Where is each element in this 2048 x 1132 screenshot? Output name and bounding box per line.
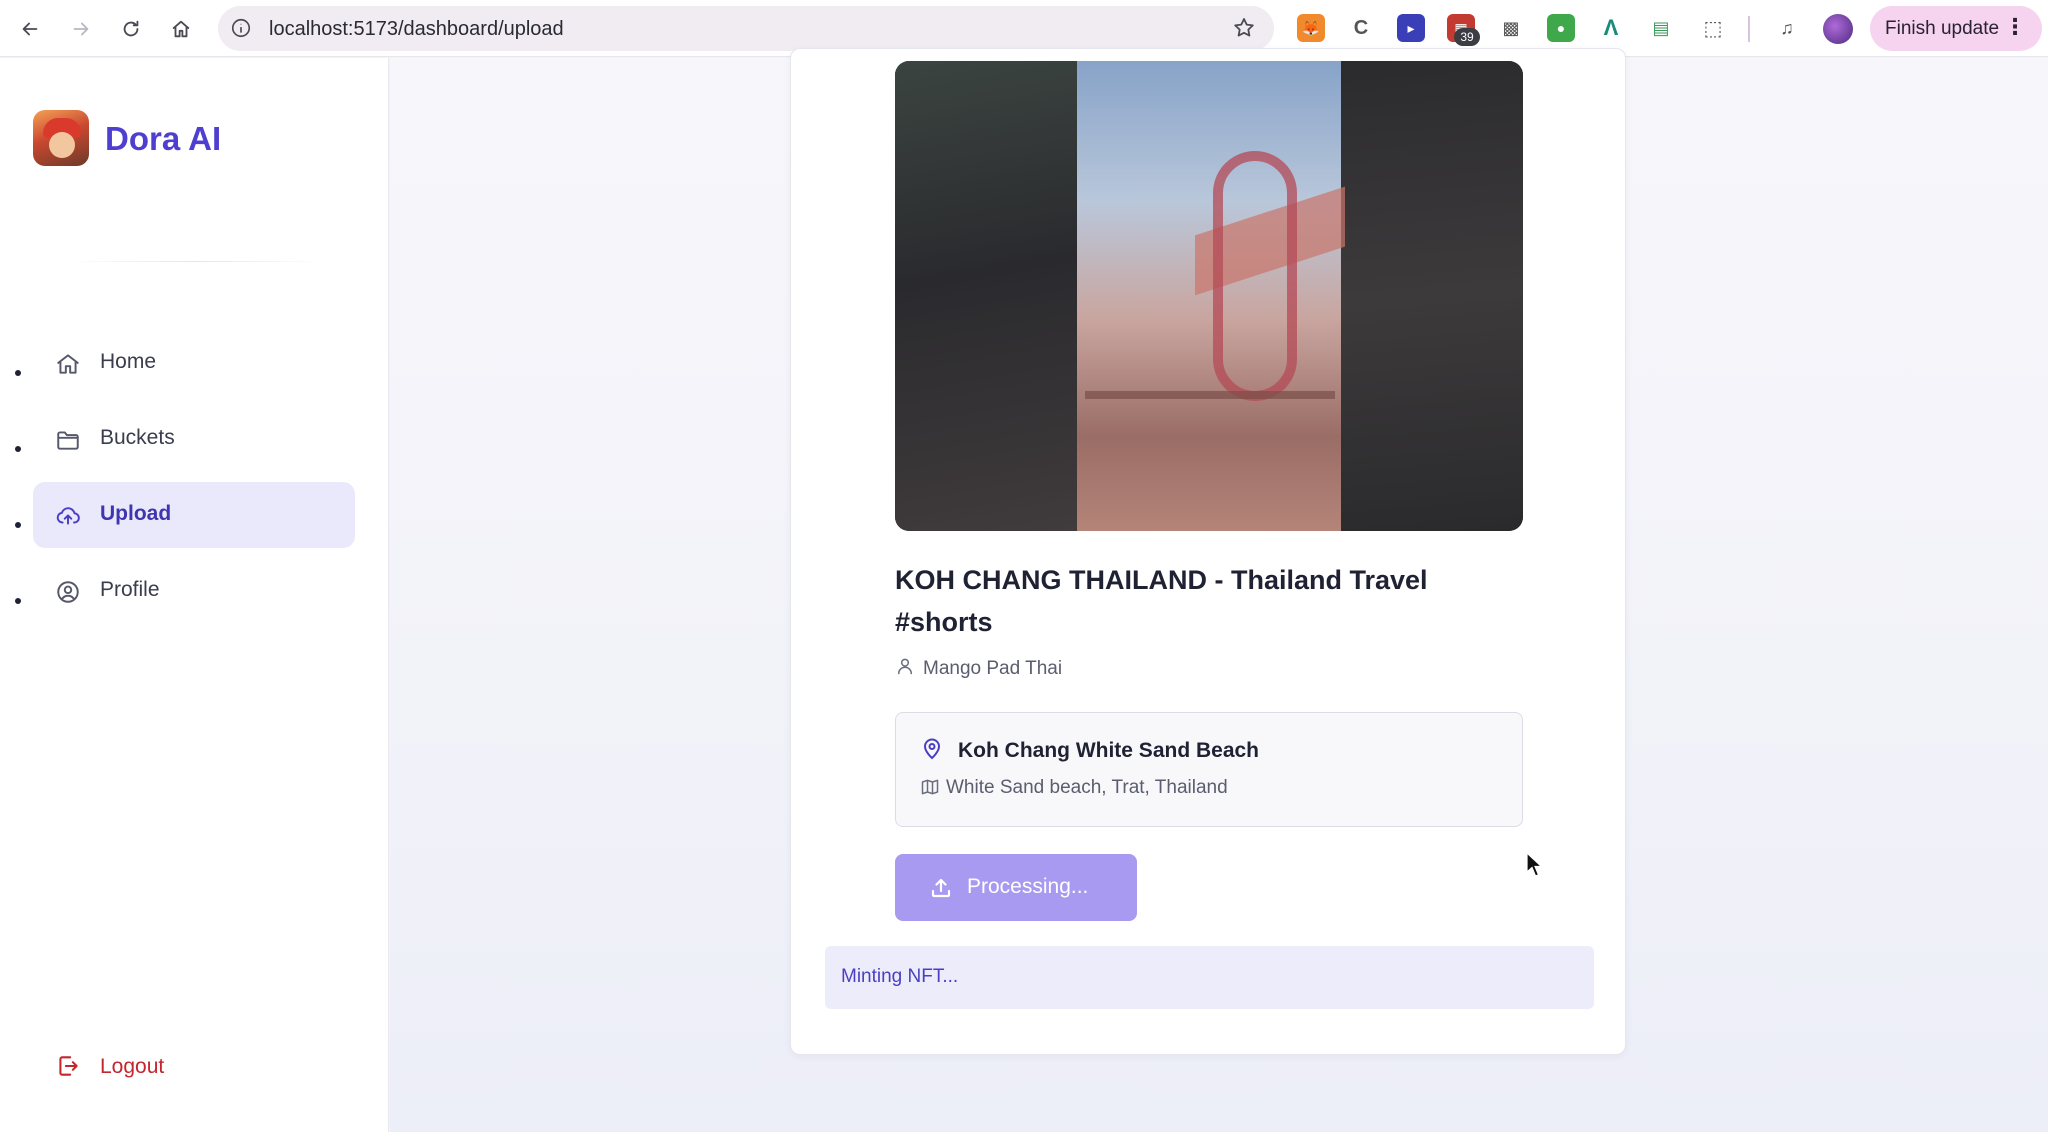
sidebar-item-profile[interactable]: Profile — [15, 558, 355, 624]
house-icon — [172, 20, 190, 38]
location-name: Koh Chang White Sand Beach — [958, 739, 1260, 762]
list-bullet — [15, 446, 21, 452]
logout-label: Logout — [100, 1055, 165, 1078]
sidebar-item-label: Upload — [100, 502, 172, 525]
arrow-left-icon — [22, 22, 38, 36]
note-extension-icon[interactable]: ▤ — [1647, 14, 1675, 42]
map-pin-icon — [920, 737, 946, 763]
reload-icon — [123, 20, 139, 37]
folder-icon — [55, 427, 81, 453]
list-bullet — [15, 598, 21, 604]
screen-capture-extension-icon[interactable]: ▸ — [1397, 14, 1425, 42]
contacts-extension-icon[interactable]: ● — [1547, 14, 1575, 42]
list-bullet — [15, 522, 21, 528]
video-thumbnail[interactable] — [895, 61, 1523, 531]
sidebar-item-upload[interactable]: Upload — [15, 482, 355, 548]
video-title: KOH CHANG THAILAND - Thailand Travel #sh… — [895, 565, 1428, 637]
kebab-menu-icon[interactable]: ⋮ — [2004, 16, 2026, 38]
toolbar-separator — [1748, 16, 1750, 42]
sidebar-item-label: Buckets — [100, 426, 175, 449]
url-text[interactable]: localhost:5173/dashboard/upload — [269, 18, 564, 41]
user-circle-icon — [55, 579, 81, 605]
cloud-upload-icon — [55, 503, 81, 529]
status-message-box: Minting NFT... — [825, 946, 1594, 1009]
main-content: KOH CHANG THAILAND - Thailand Travel #sh… — [390, 48, 2048, 1132]
puzzle-extensions-icon[interactable]: ⬚ — [1699, 14, 1727, 42]
sidebar-divider — [70, 261, 322, 262]
list-bullet — [15, 370, 21, 376]
video-author: Mango Pad Thai — [895, 656, 1062, 681]
mouse-cursor-icon — [1526, 852, 1544, 877]
logout-icon — [55, 1053, 83, 1081]
profile-avatar[interactable] — [1823, 14, 1853, 44]
upload-icon — [929, 876, 953, 900]
sidebar: Dora AI Home Buckets Upload Profile Logo — [0, 58, 389, 1132]
qr-extension-icon[interactable]: ▩ — [1497, 14, 1525, 42]
c-extension-icon[interactable]: C — [1347, 14, 1375, 42]
processing-button[interactable]: Processing... — [895, 854, 1137, 921]
processing-label: Processing... — [967, 875, 1089, 898]
map-icon — [920, 777, 942, 799]
dora-logo — [33, 110, 89, 166]
back-button[interactable] — [14, 13, 46, 45]
media-controls-icon[interactable]: ♫ — [1773, 14, 1801, 42]
arrow-right-icon — [73, 22, 89, 36]
sidebar-item-label: Home — [100, 350, 157, 373]
user-icon — [895, 656, 915, 681]
sidebar-item-home[interactable]: Home — [15, 330, 355, 396]
address-bar[interactable]: localhost:5173/dashboard/upload — [218, 6, 1274, 51]
status-message: Minting NFT... — [841, 966, 959, 987]
logout-button[interactable]: Logout — [55, 1053, 164, 1081]
reload-button[interactable] — [115, 13, 147, 45]
metamask-extension-icon[interactable]: 🦊 — [1297, 14, 1325, 42]
site-info-icon[interactable] — [230, 17, 254, 41]
extension-badge: 39 — [1454, 28, 1480, 46]
sidebar-item-buckets[interactable]: Buckets — [15, 406, 355, 472]
finish-update-label: Finish update — [1885, 17, 2000, 39]
bookmark-star-icon[interactable] — [1232, 16, 1258, 42]
location-card: Koh Chang White Sand Beach White Sand be… — [895, 712, 1523, 827]
home-browser-button[interactable] — [165, 13, 197, 45]
location-address: White Sand beach, Trat, Thailand — [946, 777, 1228, 798]
home-icon — [55, 351, 81, 377]
brand-name: Dora AI — [105, 120, 222, 157]
finish-update-button[interactable]: Finish update ⋮ — [1870, 6, 2042, 51]
upload-card: KOH CHANG THAILAND - Thailand Travel #sh… — [790, 48, 1626, 1055]
author-name: Mango Pad Thai — [923, 657, 1063, 679]
a-extension-icon[interactable]: Λ — [1597, 14, 1625, 42]
sidebar-item-label: Profile — [100, 578, 160, 601]
forward-button[interactable] — [65, 13, 97, 45]
